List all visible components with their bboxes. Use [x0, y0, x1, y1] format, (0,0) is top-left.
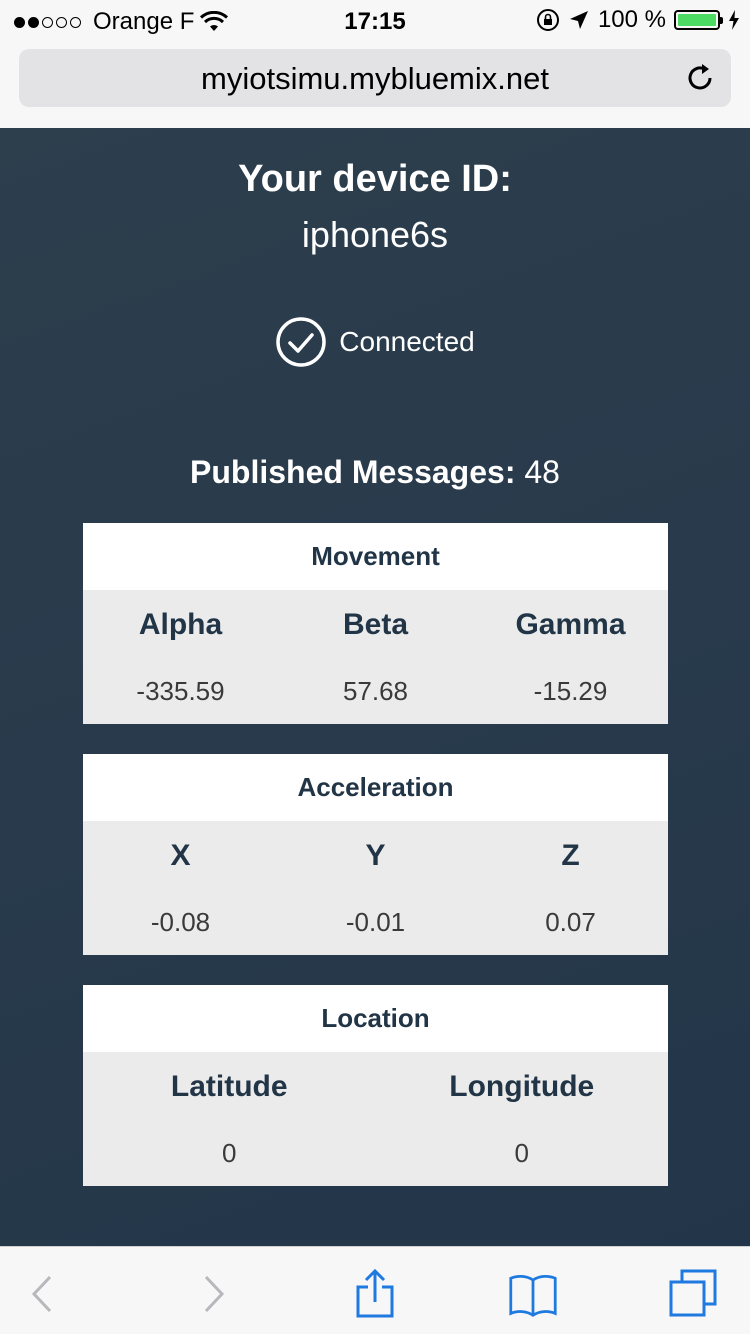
published-label: Published Messages:: [190, 454, 516, 490]
check-circle-icon: [276, 317, 327, 367]
connection-status: Connected: [0, 316, 750, 368]
acceleration-labels: X Y Z: [83, 821, 668, 889]
beta-label: Beta: [342, 608, 409, 641]
back-icon[interactable]: [18, 1269, 68, 1319]
reload-icon[interactable]: [683, 61, 717, 95]
page-title: Your device ID:: [238, 158, 512, 200]
alpha-value: -335.59: [136, 676, 225, 706]
y-value: -0.01: [345, 907, 406, 937]
latitude-label: Latitude: [170, 1070, 288, 1103]
z-value: 0.07: [545, 907, 596, 937]
charging-icon: [729, 10, 739, 30]
gamma-value: -15.29: [533, 676, 608, 706]
tabs-icon[interactable]: [668, 1269, 718, 1319]
share-icon[interactable]: [350, 1269, 400, 1319]
y-label: Y: [365, 839, 386, 872]
movement-card: Movement Alpha Beta Gamma -335.59 57.68 …: [83, 523, 668, 724]
battery-icon: [674, 10, 723, 30]
lock-rotation-icon: [536, 9, 559, 31]
browser-chrome: myiotsimu.mybluemix.net: [0, 40, 750, 128]
address-bar[interactable]: myiotsimu.mybluemix.net: [19, 49, 731, 107]
x-label: X: [170, 839, 191, 872]
acceleration-card: Acceleration X Y Z -0.08 -0.01 0.07: [83, 754, 668, 955]
x-value: -0.08: [150, 907, 211, 937]
status-right: 100 %: [536, 6, 740, 34]
bookmarks-icon[interactable]: [508, 1269, 558, 1319]
gamma-label: Gamma: [515, 608, 626, 641]
acceleration-title: Acceleration: [83, 754, 668, 821]
browser-toolbar: [0, 1246, 750, 1334]
movement-title: Movement: [83, 523, 668, 590]
published-count: 48: [524, 454, 560, 490]
alpha-label: Alpha: [138, 608, 223, 641]
connection-status-label: Connected: [339, 326, 475, 357]
movement-values: -335.59 57.68 -15.29: [83, 658, 668, 725]
url-text[interactable]: myiotsimu.mybluemix.net: [19, 61, 731, 97]
location-card: Location Latitude Longitude 0 0: [83, 985, 668, 1186]
location-arrow-icon: [569, 11, 588, 29]
location-values: 0 0: [83, 1120, 668, 1187]
main-content: Your device ID: iphone6s Connected Publi…: [0, 128, 750, 1246]
longitude-value: 0: [514, 1138, 529, 1168]
published-messages: Published Messages: 48: [0, 454, 750, 491]
forward-icon[interactable]: [188, 1269, 238, 1319]
location-title: Location: [83, 985, 668, 1052]
battery-percent: 100 %: [597, 6, 666, 33]
acceleration-values: -0.08 -0.01 0.07: [83, 889, 668, 956]
status-bar: Orange F 17:15 100 %: [0, 0, 750, 40]
z-label: Z: [561, 839, 580, 872]
movement-labels: Alpha Beta Gamma: [83, 590, 668, 658]
beta-value: 57.68: [342, 676, 409, 706]
device-id: iphone6s: [301, 214, 449, 255]
location-labels: Latitude Longitude: [83, 1052, 668, 1120]
longitude-label: Longitude: [449, 1070, 595, 1103]
latitude-value: 0: [222, 1138, 237, 1168]
